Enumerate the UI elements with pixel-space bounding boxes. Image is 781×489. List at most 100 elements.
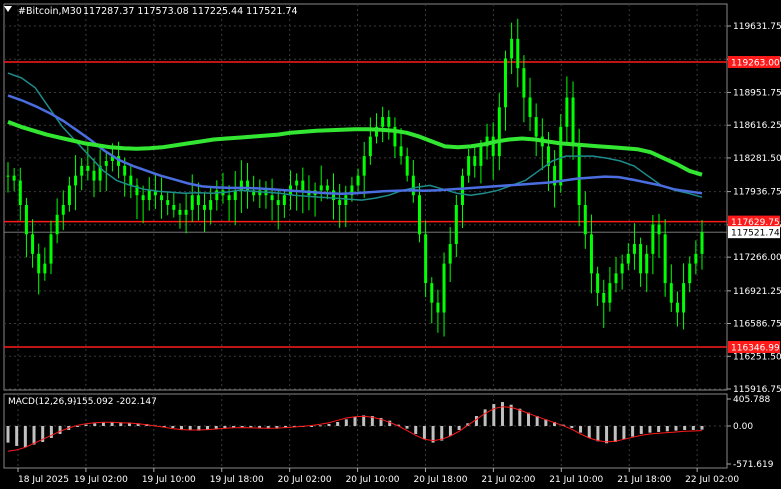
macd-histogram-bar <box>492 404 496 426</box>
candle-body <box>688 263 692 284</box>
candle-body <box>620 263 624 274</box>
candle-body <box>160 195 164 201</box>
macd-histogram-bar <box>700 425 704 430</box>
macd-histogram-bar <box>32 425 36 445</box>
macd-y-tick-label: 0.00 <box>733 422 753 432</box>
candle-body <box>559 126 563 186</box>
candle-body <box>227 195 231 201</box>
macd-histogram-bar <box>336 421 340 426</box>
candle-body <box>172 204 176 210</box>
candle-body <box>700 232 704 254</box>
y-tick-label: 117266.00 <box>733 253 781 263</box>
x-tick-label: 20 Jul 10:00 <box>346 475 400 485</box>
macd-histogram-bar <box>171 425 175 428</box>
macd-histogram-bar <box>570 425 574 428</box>
candle-body <box>663 234 667 284</box>
x-tick-label: 19 Jul 02:00 <box>74 475 128 485</box>
macd-histogram-bar <box>310 425 314 427</box>
y-tick-label: 118951.75 <box>733 88 781 98</box>
candle-body <box>49 234 53 264</box>
x-tick-label: 19 Jul 18:00 <box>210 475 264 485</box>
candle-body <box>411 175 415 196</box>
macd-histogram-bar <box>422 425 426 440</box>
y-tick-label: 118616.25 <box>733 121 781 131</box>
candle-body <box>129 175 133 186</box>
candle-body <box>596 273 600 293</box>
symbol-title: #Bitcoin,M30 <box>18 6 82 17</box>
candle-body <box>325 185 329 191</box>
macd-histogram-bar <box>84 424 88 426</box>
y-tick-label: 118281.50 <box>733 154 781 164</box>
candle-body <box>18 180 22 205</box>
macd-histogram-bar <box>657 425 661 432</box>
macd-histogram-bar <box>527 412 530 426</box>
candle-body <box>694 253 698 264</box>
candle-body <box>362 156 366 176</box>
candle-body <box>503 58 507 108</box>
candle-body <box>436 302 440 313</box>
macd-histogram-bar <box>631 425 635 437</box>
candle-body <box>405 156 409 176</box>
candle-body <box>565 97 569 127</box>
macd-histogram-bar <box>353 416 357 426</box>
candle-body <box>203 204 207 210</box>
candle-body <box>479 146 483 166</box>
macd-histogram-bar <box>613 425 617 442</box>
macd-histogram-bar <box>93 423 97 426</box>
x-tick-label: 18 Jul 2025 <box>18 475 69 485</box>
x-tick-label: 20 Jul 18:00 <box>413 475 467 485</box>
candle-body <box>669 283 673 303</box>
candle-body <box>55 214 59 235</box>
candle-body <box>37 253 41 274</box>
x-tick-label: 20 Jul 02:00 <box>278 475 332 485</box>
ohlc-values: 117287.37 117573.08 117225.44 117521.74 <box>83 6 298 17</box>
candle-body <box>141 195 145 201</box>
candle-body <box>675 302 679 313</box>
candle-body <box>282 195 286 205</box>
y-tick-label: 116921.25 <box>733 287 781 297</box>
x-tick-label: 21 Jul 18:00 <box>617 475 671 485</box>
macd-histogram-bar <box>683 425 687 430</box>
candle-body <box>80 165 84 176</box>
macd-histogram-bar <box>15 425 19 446</box>
candle-body <box>417 195 421 235</box>
candle-body <box>460 175 464 205</box>
candle-body <box>368 136 372 157</box>
candle-body <box>301 180 305 191</box>
candle-body <box>614 273 618 284</box>
macd-histogram-bar <box>101 422 105 426</box>
macd-y-tick-label: -571.619 <box>733 460 774 470</box>
candle-body <box>104 161 108 166</box>
x-tick-label: 21 Jul 02:00 <box>481 475 535 485</box>
macd-histogram-bar <box>180 425 183 430</box>
y-tick-label: 115916.75 <box>733 385 781 395</box>
y-tick-label: 116586.75 <box>733 320 781 330</box>
candle-body <box>74 175 78 186</box>
macd-histogram-bar <box>691 425 695 430</box>
candle-body <box>123 165 127 176</box>
candle-body <box>645 253 649 274</box>
macd-histogram-bar <box>405 425 409 429</box>
candle-body <box>166 200 170 205</box>
level-price-label: 119263.00 <box>731 59 780 69</box>
macd-histogram-bar <box>457 425 461 430</box>
candle-body <box>338 200 342 205</box>
candle-body <box>381 117 385 127</box>
candle-body <box>6 175 10 177</box>
candle-body <box>608 283 612 303</box>
candle-body <box>424 234 428 284</box>
candle-body <box>583 204 587 235</box>
macd-histogram-bar <box>318 425 322 427</box>
macd-histogram-bar <box>344 419 348 426</box>
trading-chart[interactable]: 119631.75119291.00118951.75118616.251182… <box>0 0 781 489</box>
macd-histogram-bar <box>674 425 678 431</box>
macd-histogram-bar <box>596 425 600 442</box>
x-tick-label: 19 Jul 10:00 <box>142 475 196 485</box>
macd-histogram-bar <box>587 425 591 438</box>
candle-body <box>12 175 16 181</box>
candle-body <box>344 195 348 205</box>
candle-body <box>295 180 299 186</box>
candle-body <box>571 97 575 147</box>
macd-histogram-bar <box>665 425 669 432</box>
level-price-label: 116346.99 <box>731 343 780 353</box>
